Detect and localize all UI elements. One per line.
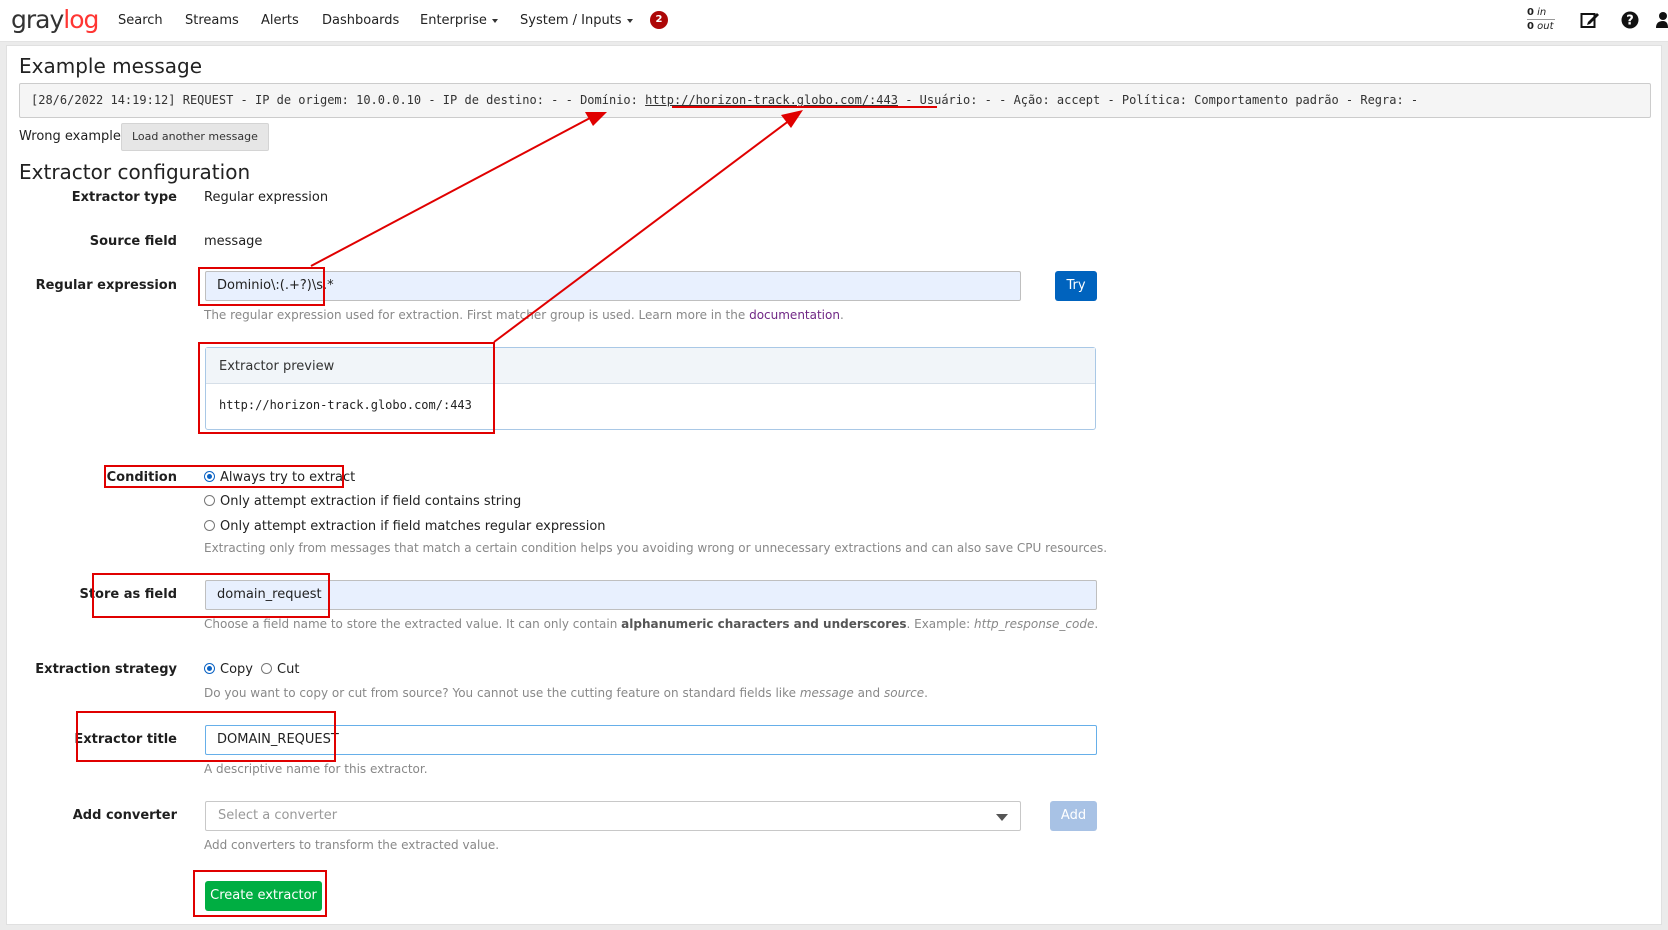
annotation-arrows (310, 106, 937, 343)
annotation-arrow-preview (493, 119, 791, 343)
annotation-arrow-regex (310, 117, 591, 267)
